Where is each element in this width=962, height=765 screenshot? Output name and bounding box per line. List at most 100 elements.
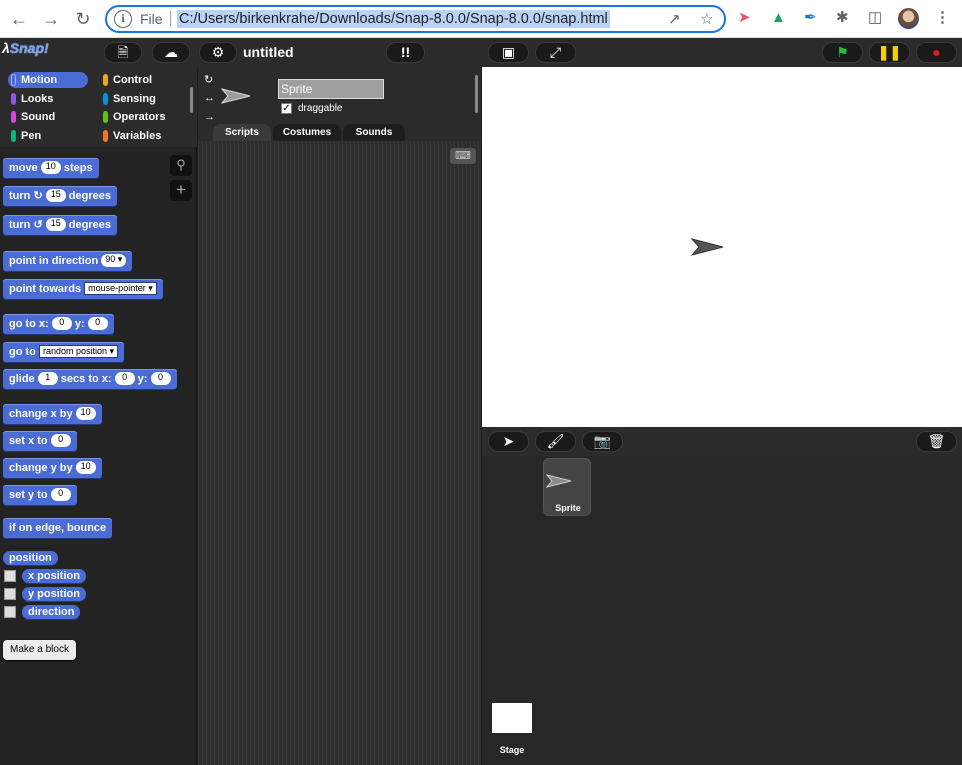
url-text[interactable]: C:/Users/birkenkrahe/Downloads/Snap-8.0.… [177, 10, 610, 28]
block-go-to-xy[interactable]: go to x: 0 y: 0 [3, 314, 114, 334]
category-motion[interactable]: Motion [8, 72, 88, 88]
profile-avatar[interactable] [898, 8, 919, 29]
tab-scripts[interactable]: Scripts [213, 124, 271, 141]
make-a-block-button[interactable]: Make a block [3, 640, 76, 660]
block-text: point in direction [9, 255, 99, 267]
y-input[interactable]: 0 [150, 371, 171, 385]
reload-icon[interactable]: ↻ [72, 8, 94, 30]
block-point-in-direction[interactable]: point in direction 90 ▾ [3, 251, 133, 271]
rotation-can-rotate-icon[interactable]: ↻ [204, 73, 213, 86]
browser-menu-icon[interactable]: ⋮ [935, 9, 950, 27]
category-selector: Motion Looks Sound Pen Control Sensing O… [0, 67, 197, 147]
y-input[interactable]: 0 [87, 316, 108, 330]
search-blocks-icon[interactable]: ⚲ [170, 155, 192, 176]
info-icon[interactable]: i [114, 10, 132, 28]
category-sound[interactable]: Sound [8, 109, 88, 125]
stage-thumbnail-label: Stage [499, 745, 525, 755]
share-icon[interactable]: ↗ [668, 10, 681, 28]
stage-size-icon[interactable]: ▣ [488, 42, 529, 63]
block-go-to[interactable]: go to random position ▾ [3, 342, 125, 362]
category-pen[interactable]: Pen [8, 128, 88, 144]
block-turn-counterclockwise[interactable]: turn ↺ 15 degrees [3, 215, 117, 235]
camera-icon[interactable]: 📷 [582, 431, 623, 452]
block-text: if on edge, bounce [9, 522, 107, 534]
forward-arrow-icon[interactable]: → [40, 8, 62, 30]
category-scrollbar[interactable] [190, 87, 193, 113]
sprite-name-field[interactable]: Sprite [278, 79, 384, 99]
degrees-input[interactable]: 15 [45, 217, 66, 231]
block-set-y[interactable]: set y to 0 [3, 485, 77, 505]
block-text: set y to [9, 489, 48, 501]
reporter-x-position[interactable]: x position [22, 569, 86, 583]
add-block-plus-icon[interactable]: + [170, 180, 192, 201]
snap-logo[interactable]: λSnap! [2, 40, 49, 62]
file-menu-icon[interactable]: 🗎 [104, 42, 142, 63]
direction-input[interactable]: 90 ▾ [101, 253, 127, 267]
rotation-left-right-icon[interactable]: ↔ [204, 92, 215, 104]
secs-input[interactable]: 1 [37, 371, 58, 385]
sprite-bar-divider[interactable] [475, 75, 478, 113]
puzzle-extensions-icon[interactable]: ✱ [836, 9, 849, 27]
reporter-direction[interactable]: direction [22, 605, 81, 619]
direction-checkbox[interactable] [4, 606, 16, 618]
block-change-y[interactable]: change y by 10 [3, 458, 102, 478]
sprite-on-stage[interactable] [691, 238, 724, 256]
tab-sounds[interactable]: Sounds [343, 124, 405, 141]
back-arrow-icon[interactable]: ← [8, 8, 30, 30]
tab-costumes[interactable]: Costumes [273, 124, 341, 141]
y-position-checkbox[interactable] [4, 588, 16, 600]
category-looks[interactable]: Looks [8, 91, 88, 107]
block-text: direction [28, 606, 75, 618]
block-text: x position [28, 570, 80, 582]
draggable-checkbox[interactable]: ✓ [281, 103, 292, 114]
block-move-steps[interactable]: move 10 steps [3, 158, 99, 178]
settings-gear-icon[interactable]: ⚙ [199, 42, 237, 63]
presentation-mode-icon[interactable]: ⤢ [535, 42, 576, 63]
block-change-x[interactable]: change x by 10 [3, 404, 102, 424]
block-if-on-edge-bounce[interactable]: if on edge, bounce [3, 518, 113, 538]
bookmark-star-icon[interactable]: ☆ [700, 10, 713, 28]
goto-dropdown[interactable]: random position ▾ [38, 344, 119, 358]
drive-icon[interactable]: ▲ [771, 9, 786, 27]
steps-input[interactable]: 10 [40, 160, 61, 174]
towards-dropdown[interactable]: mouse-pointer ▾ [84, 281, 157, 295]
category-sensing[interactable]: Sensing [100, 91, 180, 107]
category-variables[interactable]: Variables [100, 128, 180, 144]
block-glide[interactable]: glide 1 secs to x: 0 y: 0 [3, 369, 177, 389]
extension-arrow-icon[interactable]: ➤ [738, 9, 751, 27]
stage[interactable] [482, 67, 962, 427]
cloud-menu-icon[interactable]: ☁ [152, 42, 190, 63]
block-turn-clockwise[interactable]: turn ↻ 15 degrees [3, 186, 117, 206]
x-input[interactable]: 0 [51, 316, 72, 330]
x-input[interactable]: 0 [114, 371, 135, 385]
set-x-input[interactable]: 0 [50, 433, 71, 447]
keyboard-entry-icon[interactable]: ⌨ [450, 148, 476, 164]
reporter-position[interactable]: position [3, 551, 58, 565]
rotation-none-icon[interactable]: → [204, 111, 215, 123]
category-operators[interactable]: Operators [100, 109, 180, 125]
footprints-icon[interactable]: !​! [386, 42, 425, 63]
add-turtle-sprite-icon[interactable]: ➤ [488, 431, 529, 452]
change-y-input[interactable]: 10 [75, 460, 96, 474]
side-panel-icon[interactable]: ◫ [868, 9, 882, 27]
stop-icon[interactable]: ● [916, 42, 957, 63]
feather-extension-icon[interactable]: ✒ [804, 9, 817, 27]
x-position-checkbox[interactable] [4, 570, 16, 582]
green-flag-icon[interactable]: ⚑ [822, 42, 863, 63]
change-x-input[interactable]: 10 [75, 406, 96, 420]
degrees-input[interactable]: 15 [45, 188, 66, 202]
stage-thumbnail[interactable] [492, 703, 532, 733]
pause-icon[interactable]: ❚❚ [869, 42, 910, 63]
block-set-x[interactable]: set x to 0 [3, 431, 77, 451]
category-label: Sensing [113, 93, 156, 105]
scripts-area[interactable] [198, 141, 481, 765]
sprite-thumbnail[interactable]: Sprite [543, 458, 591, 516]
reporter-y-position[interactable]: y position [22, 587, 86, 601]
category-control[interactable]: Control [100, 72, 180, 88]
sprite-thumbnail-label: Sprite [555, 503, 581, 513]
set-y-input[interactable]: 0 [50, 487, 71, 501]
address-bar[interactable]: i File C:/Users/birkenkrahe/Downloads/Sn… [105, 5, 726, 33]
trash-icon[interactable]: 🗑 [916, 431, 957, 452]
block-point-towards[interactable]: point towards mouse-pointer ▾ [3, 279, 163, 299]
paint-brush-icon[interactable]: 🖌 [535, 431, 576, 452]
